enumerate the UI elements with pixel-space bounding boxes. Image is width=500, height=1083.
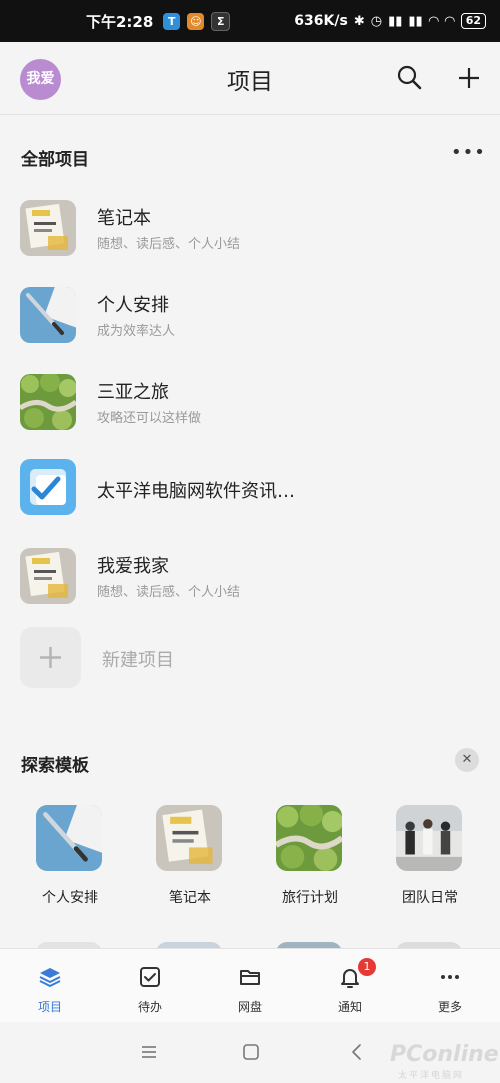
template-label: 笔记本 <box>169 890 211 906</box>
battery-indicator: 62 <box>460 13 486 29</box>
search-button[interactable] <box>392 60 428 96</box>
watermark: PConline <box>390 1042 499 1067</box>
folder-icon <box>240 970 260 985</box>
search-icon <box>397 65 422 90</box>
notes-thumbnail-icon <box>20 548 76 604</box>
more-icon: ••• <box>451 142 486 163</box>
pen-thumbnail-icon <box>36 805 102 871</box>
project-name: 太平洋电脑网软件资讯… <box>97 481 295 502</box>
back-icon[interactable] <box>345 1040 369 1064</box>
template-label: 旅行计划 <box>282 890 338 906</box>
project-item[interactable]: 三亚之旅 攻略还可以这样做 <box>0 362 500 442</box>
wifi-icon: ◠ <box>428 13 439 29</box>
template-label: 个人安排 <box>42 890 98 906</box>
project-name: 个人安排 <box>97 295 169 316</box>
project-item[interactable]: 太平洋电脑网软件资讯… <box>0 449 500 529</box>
bluetooth-icon: ✱ <box>353 13 365 29</box>
tab-label: 通知 <box>337 1000 362 1014</box>
team-thumbnail-icon <box>396 805 462 871</box>
more-options-button[interactable]: ••• <box>451 144 485 167</box>
project-name: 我爱我家 <box>97 556 169 577</box>
layers-icon <box>39 968 61 987</box>
section-title-projects: 全部项目 <box>21 150 89 170</box>
home-icon[interactable] <box>239 1040 263 1064</box>
signal-icon: ▮▮ <box>388 13 403 29</box>
more-icon <box>441 975 459 979</box>
project-name: 笔记本 <box>97 208 151 229</box>
app-header: 我爱 项目 <box>0 42 500 115</box>
status-time: 下午2:28 <box>86 12 154 31</box>
notification-badge: 1 <box>358 958 376 976</box>
new-project-label: 新建项目 <box>102 650 174 671</box>
template-label: 团队日常 <box>402 890 458 906</box>
watermark-sub: 太平洋电脑网 <box>398 1071 465 1081</box>
tab-todo[interactable]: 待办 <box>100 949 200 1023</box>
checkbox-thumbnail-icon <box>20 459 76 515</box>
status-bar: 下午2:28 T ☺ Σ 636K/s ✱ ◷ ▮▮ ▮▮ ◠ ◠ 62 <box>0 0 500 42</box>
sigma-notification-icon: Σ <box>211 11 231 31</box>
notes-thumbnail-icon <box>156 805 222 871</box>
plus-icon <box>459 68 479 88</box>
tab-projects[interactable]: 项目 <box>0 949 100 1023</box>
project-desc: 随想、读后感、个人小结 <box>97 585 241 600</box>
project-item[interactable]: 个人安排 成为效率达人 <box>0 275 500 355</box>
add-button[interactable] <box>451 60 487 96</box>
tab-notifications[interactable]: 1 通知 <box>300 949 400 1023</box>
project-desc: 随想、读后感、个人小结 <box>97 237 241 252</box>
project-name: 三亚之旅 <box>97 382 169 403</box>
forest-thumbnail-icon <box>276 805 342 871</box>
network-speed: 636K/s <box>294 13 348 29</box>
plus-icon <box>40 647 61 668</box>
system-nav-bar: PConline 太平洋电脑网 <box>0 1022 500 1083</box>
app-notification-icon: ☺ <box>187 12 205 30</box>
alarm-icon: ◷ <box>370 13 383 29</box>
tab-label: 网盘 <box>237 1000 262 1014</box>
section-title-templates: 探索模板 <box>21 756 89 776</box>
tab-drive[interactable]: 网盘 <box>200 949 300 1023</box>
checkbox-icon <box>140 967 160 987</box>
new-project-button[interactable]: 新建项目 <box>0 627 500 689</box>
bottom-tab-bar: 项目 待办 网盘 1 通知 更多 <box>0 948 500 1023</box>
notes-thumbnail-icon <box>20 200 76 256</box>
project-desc: 成为效率达人 <box>97 324 176 339</box>
tab-label: 更多 <box>437 1000 462 1014</box>
menu-icon[interactable] <box>137 1040 161 1064</box>
signal-icon: ▮▮ <box>408 13 423 29</box>
pen-thumbnail-icon <box>20 287 76 343</box>
tab-label: 待办 <box>137 1000 162 1014</box>
project-item[interactable]: 我爱我家 随想、读后感、个人小结 <box>0 536 500 616</box>
app-notification-icon: T <box>163 12 181 30</box>
close-icon: ✕ <box>461 752 473 767</box>
forest-thumbnail-icon <box>20 374 76 430</box>
wifi-icon: ◠ <box>444 13 455 29</box>
close-templates-button[interactable]: ✕ <box>455 748 479 772</box>
tab-label: 项目 <box>37 1000 62 1014</box>
tab-more[interactable]: 更多 <box>400 949 500 1023</box>
project-item[interactable]: 笔记本 随想、读后感、个人小结 <box>0 188 500 268</box>
new-project-tile <box>20 627 81 688</box>
project-desc: 攻略还可以这样做 <box>97 411 202 426</box>
